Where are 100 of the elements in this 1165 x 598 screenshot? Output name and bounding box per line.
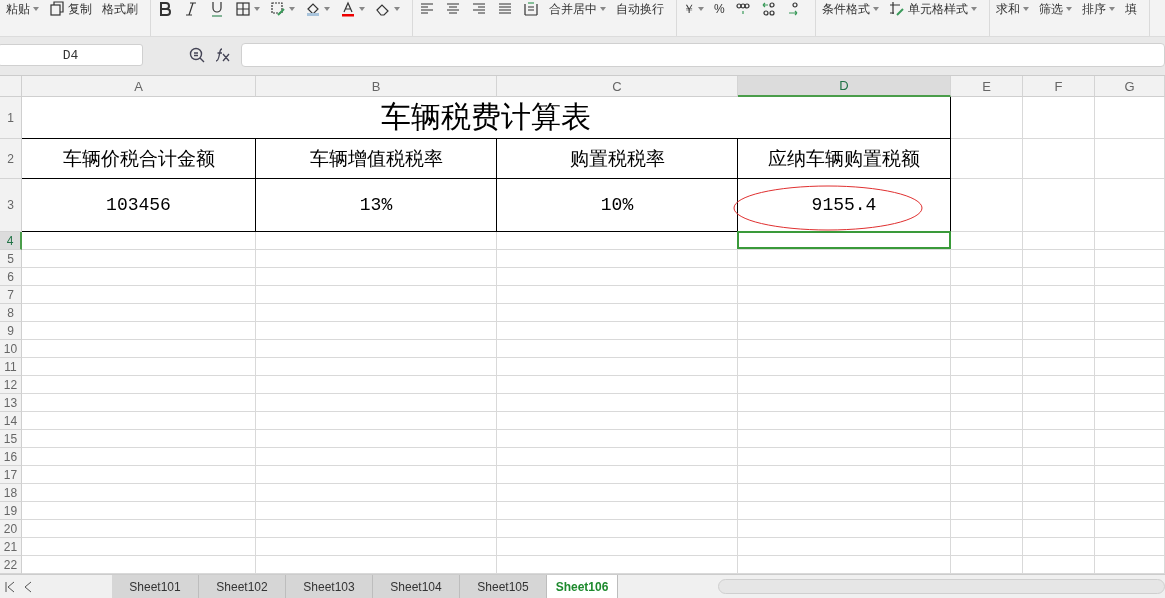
grid-cell[interactable] (738, 448, 951, 467)
column-header[interactable]: C (497, 76, 738, 98)
column-header[interactable]: F (1023, 76, 1095, 98)
grid-cell[interactable] (256, 232, 497, 251)
grid-cell[interactable] (497, 250, 738, 269)
grid-cell[interactable] (22, 286, 256, 305)
grid-cell[interactable] (951, 232, 1023, 251)
grid-cell[interactable] (951, 430, 1023, 449)
column-header[interactable]: D (738, 76, 951, 98)
grid-cell[interactable] (951, 502, 1023, 521)
function-icon[interactable] (215, 47, 231, 64)
grid-cell[interactable] (951, 340, 1023, 359)
grid-cell[interactable] (1023, 268, 1095, 287)
grid-cell[interactable] (1095, 340, 1165, 359)
grid-cell[interactable] (497, 430, 738, 449)
grid-cell[interactable] (951, 322, 1023, 341)
borders-icon[interactable] (235, 1, 251, 17)
grid-cell[interactable] (1095, 448, 1165, 467)
toolbar-button[interactable]: ￥ (683, 0, 704, 18)
grid-cell[interactable] (256, 520, 497, 539)
thousands-separator-icon[interactable] (734, 1, 751, 17)
grid-cell[interactable] (1023, 484, 1095, 503)
toolbar-button[interactable]: 单元格样式 (888, 0, 977, 18)
grid-cell[interactable] (22, 466, 256, 485)
grid-cell[interactable] (256, 358, 497, 377)
grid-cell[interactable] (256, 268, 497, 287)
grid-cell[interactable] (22, 358, 256, 377)
grid-cell[interactable] (1023, 520, 1095, 539)
first-sheet-icon[interactable] (4, 580, 16, 593)
grid-cell[interactable] (1095, 304, 1165, 323)
grid-cell[interactable] (951, 97, 1023, 140)
grid-cell[interactable] (738, 484, 951, 503)
border-style-icon[interactable] (270, 1, 286, 17)
toolbar-button[interactable]: 粘贴 (6, 0, 39, 18)
grid-cell[interactable] (1023, 340, 1095, 359)
grid-cell[interactable] (951, 179, 1023, 233)
row-header[interactable]: 12 (0, 376, 22, 395)
grid-cell[interactable] (738, 538, 951, 557)
grid-cell[interactable] (738, 376, 951, 395)
grid-cell[interactable] (1095, 466, 1165, 485)
grid-cell[interactable] (1023, 538, 1095, 557)
grid-cell[interactable] (22, 232, 256, 251)
grid-cell[interactable] (22, 376, 256, 395)
column-header[interactable]: E (951, 76, 1023, 98)
grid-cell[interactable] (22, 448, 256, 467)
grid-cell[interactable] (497, 322, 738, 341)
grid-cell[interactable] (1023, 322, 1095, 341)
grid-cell[interactable] (22, 412, 256, 431)
grid-cell[interactable] (497, 520, 738, 539)
row-header[interactable]: 19 (0, 502, 22, 521)
row-header[interactable]: 15 (0, 430, 22, 449)
grid-cell[interactable] (951, 304, 1023, 323)
grid-cell[interactable] (22, 502, 256, 521)
toolbar-button[interactable]: 合并居中 (549, 0, 606, 18)
grid-cell[interactable] (1095, 538, 1165, 557)
row-header[interactable]: 14 (0, 412, 22, 431)
grid-cell[interactable] (497, 286, 738, 305)
grid-cell[interactable] (497, 394, 738, 413)
row-header[interactable]: 2 (0, 139, 22, 180)
grid-cell[interactable] (951, 376, 1023, 395)
previous-sheet-icon[interactable] (22, 580, 34, 593)
formula-input[interactable] (241, 43, 1165, 68)
grid-cell[interactable] (1023, 250, 1095, 269)
grid-cell[interactable] (1095, 97, 1165, 140)
grid-cell[interactable] (738, 412, 951, 431)
toolbar-button[interactable]: 求和 (995, 0, 1029, 18)
grid-cell[interactable] (1095, 139, 1165, 180)
toolbar-button[interactable]: % (714, 0, 725, 18)
sheet-tab[interactable]: Sheet106 (547, 575, 618, 598)
grid-cell[interactable] (256, 286, 497, 305)
select-all-corner[interactable] (0, 76, 22, 98)
grid-cell[interactable] (256, 322, 497, 341)
fill-bucket-icon[interactable] (305, 1, 321, 17)
row-header[interactable]: 7 (0, 286, 22, 305)
grid-cell[interactable] (22, 538, 256, 557)
sheet-tab[interactable]: Sheet101 (112, 575, 199, 598)
grid-cell[interactable] (1095, 412, 1165, 431)
grid-cell[interactable] (738, 520, 951, 539)
grid-cell[interactable] (1023, 376, 1095, 395)
grid-cell[interactable] (738, 322, 951, 341)
grid-cell[interactable] (1023, 448, 1095, 467)
bold-icon[interactable] (157, 1, 173, 17)
grid-cell[interactable] (738, 358, 951, 377)
grid-cell[interactable] (1023, 139, 1095, 180)
grid-cell[interactable] (951, 448, 1023, 467)
grid-cell[interactable] (256, 394, 497, 413)
grid-cell[interactable] (738, 250, 951, 269)
grid-cell[interactable] (738, 430, 951, 449)
grid-cell[interactable] (951, 412, 1023, 431)
grid-cell[interactable] (22, 340, 256, 359)
toolbar-button[interactable]: 复制 (49, 0, 92, 18)
column-header[interactable]: B (256, 76, 497, 98)
row-header[interactable]: 16 (0, 448, 22, 467)
grid-cell[interactable] (738, 466, 951, 485)
grid-cell[interactable] (22, 322, 256, 341)
row-header[interactable]: 8 (0, 304, 22, 323)
row-header[interactable]: 9 (0, 322, 22, 341)
grid-cell[interactable] (1095, 502, 1165, 521)
row-header[interactable]: 22 (0, 556, 22, 575)
row-header[interactable]: 11 (0, 358, 22, 377)
